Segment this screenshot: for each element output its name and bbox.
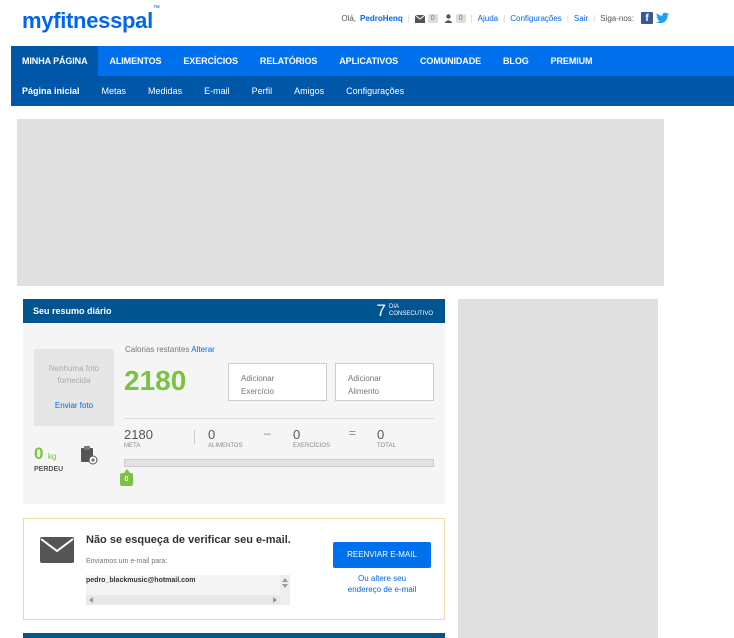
greeting: Olá, [341,14,357,23]
follow-label: Siga-nos: [600,14,634,23]
envelope-icon [414,14,425,23]
horizontal-scrollbar[interactable] [86,595,280,605]
top-header: myfitnesspal™ Olá, PedroHenq | 0 0 | Aju… [0,0,734,46]
clipboard-add-icon[interactable] [80,445,98,465]
verify-email-card: Não se esqueça de verificar seu e-mail. … [23,518,445,620]
logo[interactable]: myfitnesspal™ [22,5,160,34]
next-card-header [23,633,445,638]
email-address: pedro_blackmusic@hotmail.com [86,577,196,584]
no-photo-line-2: fornecida [57,376,91,385]
goal-value: 2180 [124,427,153,442]
subnav-amigos[interactable]: Amigos [283,76,335,106]
verify-email-title: Não se esqueça de verificar seu e-mail. [86,534,291,546]
nav-premium[interactable]: PREMIUM [540,46,604,76]
nav-minha-pagina[interactable]: MINHA PÁGINA [11,46,99,76]
user-links: Olá, PedroHenq | 0 0 | Ajuda | Configura… [341,14,634,23]
send-photo-link[interactable]: Enviar foto [34,401,114,410]
no-photo-line-1: Nenhuma foto [48,364,100,373]
streak-counter: 7 DIA CONSECUTIVO [377,301,433,321]
sent-to-label: Enviamos um e-mail para: [86,558,168,565]
scroll-right-icon[interactable] [273,597,277,603]
total-column: 0 TOTAL [377,427,396,449]
calories-remaining-label: Calorias restantes Alterar [125,345,215,354]
nav-comunidade[interactable]: COMUNIDADE [409,46,492,76]
total-value: 0 [377,427,385,442]
daily-summary-card: Seu resumo diário 7 DIA CONSECUTIVO Nenh… [23,299,445,504]
nav-exercicios[interactable]: EXERCÍCIOS [172,46,249,76]
subnav-perfil[interactable]: Perfil [241,76,284,106]
social-links: f [641,12,669,24]
goal-label: META [124,443,141,449]
subnav-email[interactable]: E-mail [193,76,241,106]
facebook-icon[interactable]: f [641,12,653,24]
scroll-up-icon[interactable] [282,578,288,582]
nav-aplicativos[interactable]: APLICATIVOS [328,46,409,76]
sub-nav: Página inicial Metas Medidas E-mail Perf… [11,76,734,106]
goal-column: 2180 META [124,427,153,449]
streak-label-1: DIA [388,304,399,310]
add-food-button[interactable]: Adicionar Alimento [335,363,434,401]
person-icon [444,14,453,23]
weight-lost-value: 0 [34,444,44,463]
nav-blog[interactable]: BLOG [492,46,540,76]
streak-label-2: CONSECUTIVO [388,311,433,317]
exercise-column: 0 EXERCÍCIOS [293,427,330,449]
weight-lost: 0 kg PERDEU [34,444,63,473]
logout-link[interactable]: Sair [574,14,588,23]
subnav-pagina-inicial[interactable]: Página inicial [11,76,91,106]
help-link[interactable]: Ajuda [478,14,498,23]
subnav-configuracoes[interactable]: Configurações [335,76,415,106]
subnav-medidas[interactable]: Medidas [137,76,193,106]
add-exercise-button[interactable]: Adicionar Exercício [228,363,327,401]
nav-alimentos[interactable]: ALIMENTOS [98,46,172,76]
progress-marker: 0 [120,469,133,486]
scroll-down-icon[interactable] [282,584,288,588]
calories-remaining-value: 2180 [124,365,187,396]
separator [194,430,195,444]
change-email-link[interactable]: Ou altere seu endereço de e-mail [333,573,431,595]
main-nav: MINHA PÁGINA ALIMENTOS EXERCÍCIOS RELATÓ… [11,46,734,76]
exercise-value: 0 [293,427,301,442]
messages-button[interactable]: 0 [414,14,438,23]
summary-header: Seu resumo diário 7 DIA CONSECUTIVO [23,299,445,323]
food-value: 0 [208,427,216,442]
minus-sign: – [264,426,271,440]
envelope-icon [40,537,74,563]
food-column: 0 ALIMENTOS [208,427,243,449]
calorie-progress-bar [124,459,434,467]
change-goal-link[interactable]: Alterar [191,345,215,354]
scroll-left-icon[interactable] [89,597,93,603]
weight-unit: kg [47,452,57,461]
resend-email-button[interactable]: REENVIAR E-MAIL [333,542,431,568]
exercise-label: EXERCÍCIOS [293,443,331,449]
friends-count: 0 [455,14,466,23]
equals-sign: = [349,426,357,440]
nav-relatorios[interactable]: RELATÓRIOS [249,46,328,76]
ad-banner-side [458,299,658,638]
total-label: TOTAL [377,443,396,449]
streak-days: 7 [376,301,386,320]
settings-link[interactable]: Configurações [510,14,562,23]
twitter-icon[interactable] [656,12,669,24]
profile-photo-placeholder: Nenhuma foto fornecida Enviar foto [34,349,114,426]
messages-count: 0 [427,14,438,23]
summary-title: Seu resumo diário [33,306,112,316]
friends-button[interactable]: 0 [444,14,466,23]
ad-banner-top [17,119,664,286]
divider [124,418,434,419]
food-label: ALIMENTOS [208,443,243,449]
username-link[interactable]: PedroHenq [360,14,403,23]
email-address-box: pedro_blackmusic@hotmail.com [86,575,290,605]
vertical-scrollbar[interactable] [280,575,290,605]
weight-lost-label: PERDEU [34,466,64,473]
subnav-metas[interactable]: Metas [91,76,138,106]
